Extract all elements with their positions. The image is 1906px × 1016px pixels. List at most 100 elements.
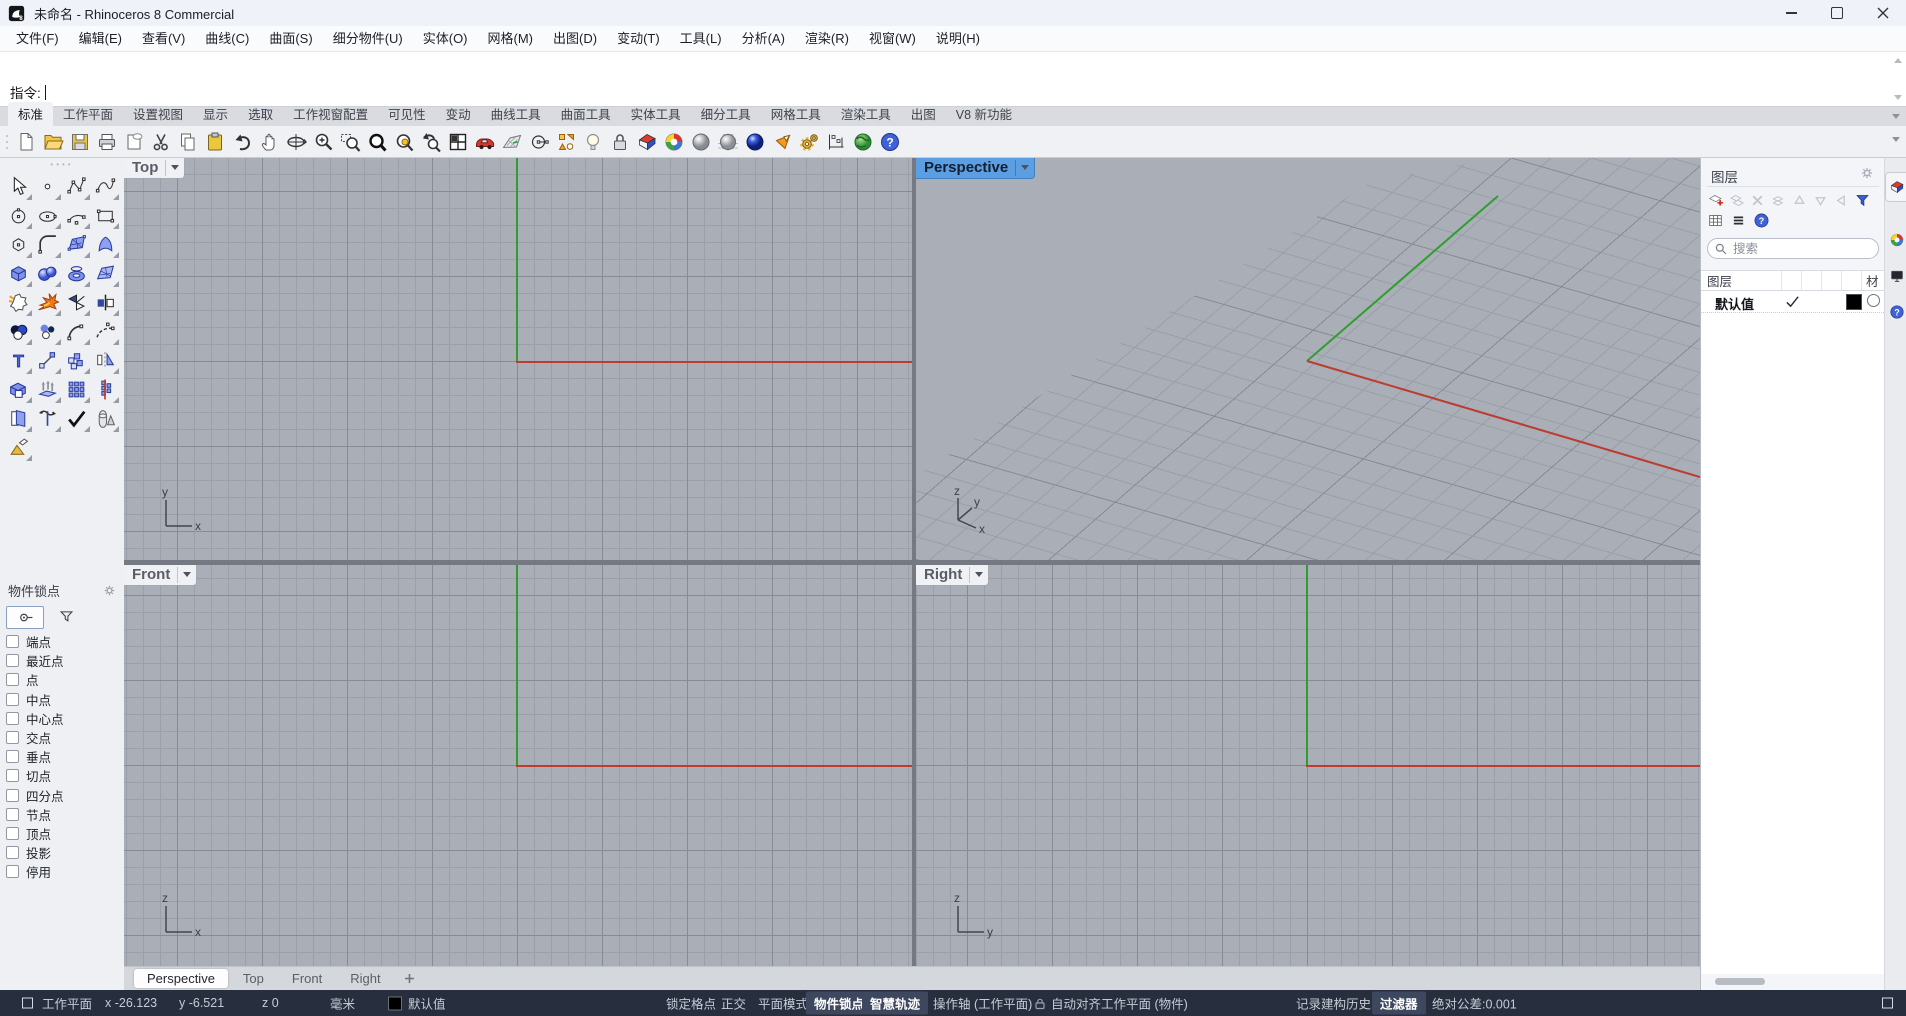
spheres-tool-button[interactable] <box>33 259 62 288</box>
ribbon-tab[interactable]: 标准 <box>8 102 53 126</box>
toolbar-overflow-icon[interactable] <box>1892 137 1900 146</box>
close-button[interactable] <box>1860 0 1906 26</box>
polygon-tool-button[interactable] <box>4 230 33 259</box>
osnap-checkbox[interactable] <box>6 731 19 744</box>
menu-item[interactable]: 变动(T) <box>607 26 670 52</box>
status-right-icon[interactable] <box>1882 998 1893 1009</box>
menu-item[interactable]: 细分物件(U) <box>323 26 413 52</box>
layer-search-box[interactable] <box>1707 238 1879 259</box>
status-item[interactable]: 自动对齐工作平面 (物件) <box>1034 994 1188 1013</box>
options-gears-button[interactable] <box>795 128 822 155</box>
osnap-label[interactable]: 停用 <box>26 862 51 881</box>
osnap-label[interactable]: 中心点 <box>26 709 64 728</box>
panel-tab-layers[interactable] <box>1885 172 1906 202</box>
ribbon-tab[interactable]: 设置视图 <box>123 102 193 126</box>
minimize-button[interactable] <box>1768 0 1814 26</box>
render-blue-sphere-button[interactable] <box>741 128 768 155</box>
osnap-checkbox[interactable] <box>6 769 19 782</box>
zoom-extents-button[interactable] <box>363 128 390 155</box>
panel-tab-help[interactable]: ? <box>1886 298 1906 326</box>
new-viewport-tab-button[interactable] <box>396 971 423 987</box>
pan-view-button[interactable] <box>255 128 282 155</box>
save-file-button[interactable] <box>66 128 93 155</box>
viewport-front[interactable]: Front z x <box>124 565 912 966</box>
ribbon-tab[interactable]: 工作平面 <box>53 102 123 126</box>
status-item[interactable]: 过滤器 <box>1372 992 1426 1015</box>
panel-tab-properties[interactable] <box>1886 262 1906 290</box>
new-document-button[interactable] <box>12 128 39 155</box>
viewport-right[interactable]: Right z y <box>916 565 1700 966</box>
ribbon-tab[interactable]: 实体工具 <box>621 102 691 126</box>
panel-gear-icon[interactable] <box>1860 166 1874 180</box>
status-item[interactable]: z 0 <box>262 996 279 1010</box>
menu-item[interactable]: 工具(L) <box>670 26 732 52</box>
osnap-checkbox[interactable] <box>6 789 19 802</box>
menu-item[interactable]: 网格(M) <box>478 26 544 52</box>
new-sublayer-button[interactable] <box>1727 191 1746 210</box>
menu-item[interactable]: 视窗(W) <box>859 26 926 52</box>
move-tool-button[interactable] <box>33 346 62 375</box>
status-item[interactable]: 操作轴 (工作平面) <box>933 994 1032 1013</box>
filter-button[interactable] <box>1853 191 1872 210</box>
mirror-tool-button[interactable] <box>91 346 120 375</box>
layer-name[interactable]: 默认值 <box>1715 294 1754 313</box>
osnap-checkbox[interactable] <box>6 846 19 859</box>
status-item[interactable]: 平面模式 <box>758 994 808 1013</box>
open-file-button[interactable] <box>39 128 66 155</box>
object-properties-button[interactable] <box>552 128 579 155</box>
copy-objects-tool-button[interactable] <box>62 346 91 375</box>
rectangular-array-tool-button[interactable] <box>62 375 91 404</box>
torus-tool-button[interactable] <box>62 259 91 288</box>
osnap-label[interactable]: 最近点 <box>26 651 64 670</box>
osnap-checkbox[interactable] <box>6 635 19 648</box>
box-tool-button[interactable] <box>4 259 33 288</box>
osnap-checkbox[interactable] <box>6 654 19 667</box>
menu-item[interactable]: 曲线(C) <box>195 26 259 52</box>
cut-button[interactable] <box>147 128 174 155</box>
status-item[interactable]: 默认值 <box>388 994 446 1013</box>
ribbon-tab[interactable]: 工作视窗配置 <box>283 102 378 126</box>
paste-button[interactable] <box>201 128 228 155</box>
status-item[interactable]: 记录建构历史 <box>1296 994 1371 1013</box>
osnap-filter-button[interactable] <box>48 606 84 627</box>
ribbon-tab[interactable]: 选取 <box>238 102 283 126</box>
status-item[interactable]: x -26.123 <box>105 996 157 1010</box>
layer-material-circle[interactable] <box>1867 294 1880 307</box>
explode-tool-button[interactable] <box>33 288 62 317</box>
ribbon-tab[interactable]: 网格工具 <box>761 102 831 126</box>
osnap-checkbox[interactable] <box>6 808 19 821</box>
ribbon-tab[interactable]: 变动 <box>436 102 481 126</box>
flip-direction-tool-button[interactable] <box>4 404 33 433</box>
osnap-label[interactable]: 四分点 <box>26 786 64 805</box>
osnap-gear-icon[interactable] <box>103 584 116 597</box>
maximize-button[interactable] <box>1814 0 1860 26</box>
fillet-corner-tool-button[interactable] <box>33 230 62 259</box>
panel-tab-display[interactable] <box>1886 226 1906 254</box>
command-scrollbar[interactable] <box>1892 54 1903 104</box>
osnap-label[interactable]: 投影 <box>26 843 51 862</box>
move-up-button[interactable] <box>1790 191 1809 210</box>
analyze-surface-button[interactable] <box>498 128 525 155</box>
undo-button[interactable] <box>228 128 255 155</box>
osnap-checkbox[interactable] <box>6 712 19 725</box>
osnap-checkbox[interactable] <box>6 865 19 878</box>
status-item[interactable]: 锁定格点 <box>666 994 716 1013</box>
point-edit-tool-button[interactable] <box>62 404 91 433</box>
move-down-button[interactable] <box>1811 191 1830 210</box>
osnap-toggle-button[interactable] <box>6 606 44 629</box>
curve-fillet-tool-button[interactable] <box>62 317 91 346</box>
viewport-menu-button[interactable] <box>177 567 196 583</box>
circle-center-tool-button[interactable] <box>4 201 33 230</box>
ribbon-tab[interactable]: 曲线工具 <box>481 102 551 126</box>
osnap-label[interactable]: 点 <box>26 670 39 689</box>
ribbon-tab[interactable]: 渲染工具 <box>831 102 901 126</box>
linear-array-tool-button[interactable] <box>91 375 120 404</box>
collapse-button[interactable] <box>1832 191 1851 210</box>
viewport-layout-button[interactable] <box>444 128 471 155</box>
interpolate-curve-tool-button[interactable] <box>91 172 120 201</box>
status-item[interactable]: 智慧轨迹 <box>862 992 928 1015</box>
viewport-front-label[interactable]: Front <box>124 565 196 585</box>
menu-item[interactable]: 实体(O) <box>413 26 478 52</box>
print-button[interactable] <box>93 128 120 155</box>
osnap-label[interactable]: 垂点 <box>26 747 51 766</box>
